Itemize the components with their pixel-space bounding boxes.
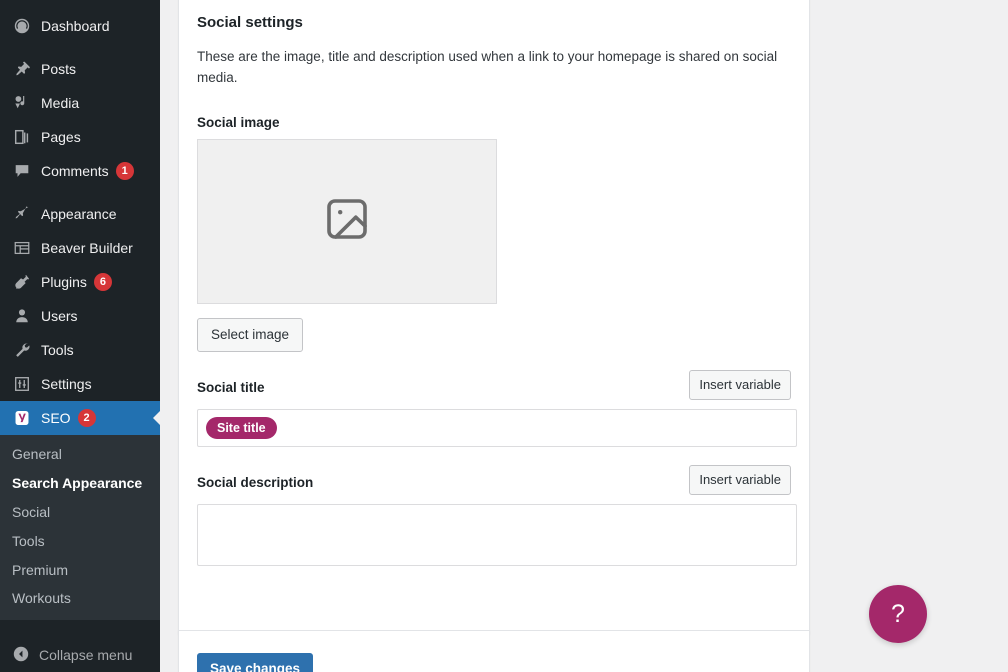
question-mark-icon: ? bbox=[891, 599, 905, 628]
main-content: Social settings These are the image, tit… bbox=[160, 0, 1008, 672]
current-item-arrow bbox=[153, 410, 160, 426]
insert-variable-button-description[interactable]: Insert variable bbox=[689, 464, 791, 495]
menu-divider-1 bbox=[0, 43, 160, 52]
sidebar-item-seo[interactable]: SEO 2 bbox=[0, 401, 160, 435]
sidebar-item-tools[interactable]: Tools bbox=[0, 333, 160, 367]
media-icon bbox=[12, 93, 32, 113]
save-changes-button[interactable]: Save changes bbox=[197, 653, 314, 672]
sidebar-item-label: Tools bbox=[41, 342, 74, 358]
admin-screen: Dashboard Posts Media Pages Comments 1 A… bbox=[0, 0, 1008, 672]
sidebar-item-media[interactable]: Media bbox=[0, 86, 160, 120]
menu-top-spacer bbox=[0, 0, 160, 9]
pages-icon bbox=[12, 127, 32, 147]
sidebar-item-label: Appearance bbox=[41, 206, 117, 222]
submenu-item-general[interactable]: General bbox=[0, 440, 160, 469]
sidebar-item-beaver-builder[interactable]: Beaver Builder bbox=[0, 231, 160, 265]
sidebar-item-posts[interactable]: Posts bbox=[0, 52, 160, 86]
submenu-item-tools[interactable]: Tools bbox=[0, 527, 160, 556]
status-badge: 1 bbox=[115, 162, 134, 180]
page-title: Social settings bbox=[197, 14, 303, 31]
save-bar-panel: Save changes bbox=[178, 630, 810, 672]
sidebar-item-label: Pages bbox=[41, 129, 81, 145]
sidebar-item-users[interactable]: Users bbox=[0, 299, 160, 333]
wrench-icon bbox=[12, 340, 32, 360]
status-badge: 6 bbox=[93, 273, 112, 291]
comment-icon bbox=[12, 161, 32, 181]
sidebar-item-label: Users bbox=[41, 308, 78, 324]
social-description-row: Social description Insert variable bbox=[197, 464, 791, 495]
pin-icon bbox=[12, 59, 32, 79]
submenu-item-social[interactable]: Social bbox=[0, 498, 160, 527]
sidebar-item-label: Settings bbox=[41, 376, 92, 392]
sidebar-item-comments[interactable]: Comments 1 bbox=[0, 154, 160, 188]
sidebar-item-pages[interactable]: Pages bbox=[0, 120, 160, 154]
social-image-preview[interactable] bbox=[197, 138, 497, 304]
sidebar-item-plugins[interactable]: Plugins 6 bbox=[0, 265, 160, 299]
site-title-variable-chip[interactable]: Site title bbox=[206, 416, 277, 439]
submenu-item-workouts[interactable]: Workouts bbox=[0, 584, 160, 613]
sidebar-item-label: Plugins bbox=[41, 274, 87, 290]
sidebar-item-label: Dashboard bbox=[41, 18, 110, 34]
social-title-input[interactable]: Site title bbox=[197, 408, 797, 447]
insert-variable-button-title[interactable]: Insert variable bbox=[689, 369, 791, 400]
dashboard-icon bbox=[12, 16, 32, 36]
seo-submenu: General Search Appearance Social Tools P… bbox=[0, 435, 160, 621]
sidebar-item-label: Beaver Builder bbox=[41, 240, 133, 256]
sidebar-item-label: Comments bbox=[41, 163, 109, 179]
collapse-menu-button[interactable]: Collapse menu bbox=[0, 638, 160, 672]
sidebar-item-label: Media bbox=[41, 95, 80, 111]
sidebar-item-dashboard[interactable]: Dashboard bbox=[0, 9, 160, 43]
collapse-menu-label: Collapse menu bbox=[39, 647, 133, 663]
appearance-brush-icon bbox=[12, 204, 32, 224]
sidebar-item-settings[interactable]: Settings bbox=[0, 367, 160, 401]
status-badge: 2 bbox=[77, 409, 96, 427]
plugin-icon bbox=[12, 272, 32, 292]
admin-sidebar: Dashboard Posts Media Pages Comments 1 A… bbox=[0, 0, 160, 672]
image-placeholder-icon bbox=[323, 195, 371, 248]
user-icon bbox=[12, 306, 32, 326]
submenu-item-search-appearance[interactable]: Search Appearance bbox=[0, 469, 160, 498]
select-image-button[interactable]: Select image bbox=[197, 317, 304, 352]
social-image-label: Social image bbox=[197, 114, 280, 130]
yoast-icon bbox=[12, 408, 32, 428]
settings-sliders-icon bbox=[12, 374, 32, 394]
collapse-left-arrow-icon bbox=[12, 645, 30, 666]
submenu-item-premium[interactable]: Premium bbox=[0, 556, 160, 585]
social-title-label: Social title bbox=[197, 379, 265, 395]
social-description-label: Social description bbox=[197, 474, 314, 490]
sidebar-item-appearance[interactable]: Appearance bbox=[0, 197, 160, 231]
page-description: These are the image, title and descripti… bbox=[197, 49, 778, 85]
beaver-builder-icon bbox=[12, 238, 32, 258]
sidebar-item-label: Posts bbox=[41, 61, 77, 77]
social-settings-panel: Social settings These are the image, tit… bbox=[178, 0, 810, 634]
help-button[interactable]: ? bbox=[869, 585, 927, 643]
social-description-input[interactable] bbox=[197, 503, 797, 566]
social-title-row: Social title Insert variable bbox=[197, 369, 791, 400]
sidebar-item-label: SEO bbox=[41, 410, 71, 426]
menu-divider-2 bbox=[0, 188, 160, 197]
